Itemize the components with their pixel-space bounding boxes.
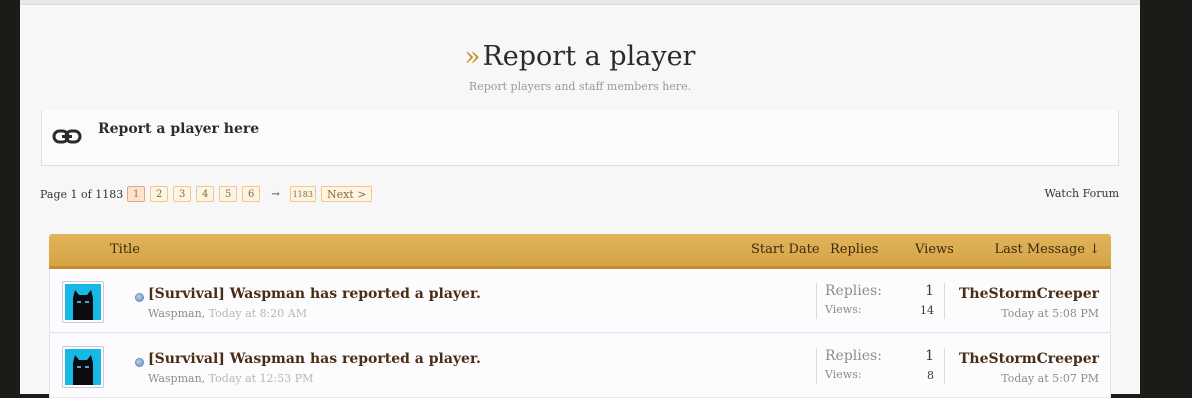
last-message-user-link[interactable]: TheStormCreeper (959, 286, 1099, 302)
thread-stats: Replies: 1 Views: 8 (816, 348, 945, 384)
views-count: 8 (927, 369, 934, 382)
thread-start-date[interactable]: Today at 12:53 PM (209, 372, 314, 385)
replies-count: 1 (925, 283, 934, 299)
page-link-6[interactable]: 6 (242, 186, 261, 202)
replies-count: 1 (925, 348, 934, 364)
title-marker: » (464, 42, 481, 72)
thread-row: [Survival] Waspman has reported a player… (49, 269, 1111, 333)
page-link-3[interactable]: 3 (173, 186, 192, 202)
views-label: Views: (825, 303, 862, 316)
page-link-4[interactable]: 4 (196, 186, 215, 202)
thread-meta: Waspman, Today at 8:20 AM (148, 307, 307, 320)
last-message-date-link[interactable]: Today at 5:08 PM (1001, 307, 1099, 320)
avatar[interactable] (62, 346, 104, 388)
top-bar (20, 0, 1140, 5)
avatar-image (65, 284, 101, 320)
thread-author-link[interactable]: Waspman, (148, 307, 205, 320)
forum-header: »Report a player (20, 40, 1140, 74)
report-link-box[interactable]: Report a player here (41, 110, 1119, 166)
link-icon (52, 129, 82, 144)
views-count: 14 (920, 304, 934, 317)
thread-stats: Replies: 1 Views: 14 (816, 283, 945, 319)
column-replies[interactable]: Replies (830, 242, 878, 257)
avatar-image (65, 349, 101, 385)
thread-start-date[interactable]: Today at 8:20 AM (209, 307, 307, 320)
page-link-5[interactable]: 5 (219, 186, 238, 202)
thread-row: [Survival] Waspman has reported a player… (49, 334, 1111, 398)
page-info: Page 1 of 1183 (40, 187, 124, 201)
avatar[interactable] (62, 281, 104, 323)
replies-label: Replies: (825, 283, 882, 299)
column-last-message[interactable]: Last Message ↓ (994, 242, 1100, 257)
unread-indicator-icon (135, 293, 144, 302)
last-message-user-link[interactable]: TheStormCreeper (959, 351, 1099, 367)
thread-title-link[interactable]: [Survival] Waspman has reported a player… (148, 286, 481, 302)
column-start-date[interactable]: Start Date (751, 242, 820, 257)
column-title[interactable]: Title (110, 242, 140, 257)
thread-author-link[interactable]: Waspman, (148, 372, 205, 385)
creeper-cat-icon (73, 355, 93, 385)
next-page-button[interactable]: Next > (320, 186, 373, 202)
views-label: Views: (825, 368, 862, 381)
forum-title: »Report a player (465, 41, 696, 72)
page-jump-arrow-icon[interactable]: → (271, 189, 279, 200)
forum-page: »Report a player Report players and staf… (20, 0, 1140, 398)
thread-title-link[interactable]: [Survival] Waspman has reported a player… (148, 351, 481, 367)
page-link-2[interactable]: 2 (150, 186, 169, 202)
report-link-label[interactable]: Report a player here (98, 121, 259, 137)
forum-subtitle: Report players and staff members here. (468, 80, 692, 93)
thread-meta: Waspman, Today at 12:53 PM (148, 372, 313, 385)
watch-forum-link[interactable]: Watch Forum (1045, 187, 1120, 200)
pagination: Page 1 of 1183 1 2 3 4 5 6 → 1183 Next > (40, 185, 377, 203)
column-views[interactable]: Views (915, 242, 954, 257)
page-link-last[interactable]: 1183 (289, 186, 316, 202)
thread-table-header: Title Start Date Replies Views Last Mess… (49, 234, 1111, 269)
replies-label: Replies: (825, 348, 882, 364)
forum-title-text: Report a player (482, 41, 696, 72)
unread-indicator-icon (135, 358, 144, 367)
creeper-cat-icon (73, 290, 93, 320)
last-message-date-link[interactable]: Today at 5:07 PM (1001, 372, 1099, 385)
page-link-1[interactable]: 1 (127, 186, 146, 202)
